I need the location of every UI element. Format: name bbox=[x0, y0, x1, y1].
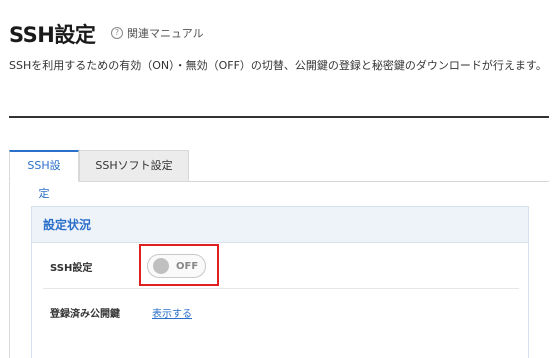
manual-link-label: 関連マニュアル bbox=[127, 27, 204, 40]
public-key-label: 登録済み公開鍵 bbox=[50, 309, 120, 320]
ssh-setting-row: SSH設定 bbox=[43, 244, 519, 289]
help-icon: ? bbox=[111, 27, 123, 39]
divider bbox=[9, 116, 549, 118]
manual-link[interactable]: ? 関連マニュアル bbox=[111, 25, 204, 41]
status-section: 設定状況 SSH設定 登録済み公開鍵 表示する bbox=[31, 206, 529, 358]
page-title: SSH設定 bbox=[9, 23, 96, 47]
public-key-row: 登録済み公開鍵 表示する bbox=[43, 290, 519, 335]
tab-bar: SSH設定 SSHソフト設定 bbox=[9, 150, 189, 200]
tab-ssh-software-settings[interactable]: SSHソフト設定 bbox=[79, 150, 189, 182]
page-description: SSHを利用するための有効（ON）・無効（OFF）の切替、公開鍵の登録と秘密鍵の… bbox=[9, 59, 547, 72]
show-public-key-link[interactable]: 表示する bbox=[152, 305, 192, 320]
highlight-box bbox=[139, 244, 219, 286]
tab-ssh-settings[interactable]: SSH設定 bbox=[9, 150, 79, 200]
status-section-header: 設定状況 bbox=[32, 207, 528, 243]
ssh-setting-label: SSH設定 bbox=[50, 262, 93, 274]
